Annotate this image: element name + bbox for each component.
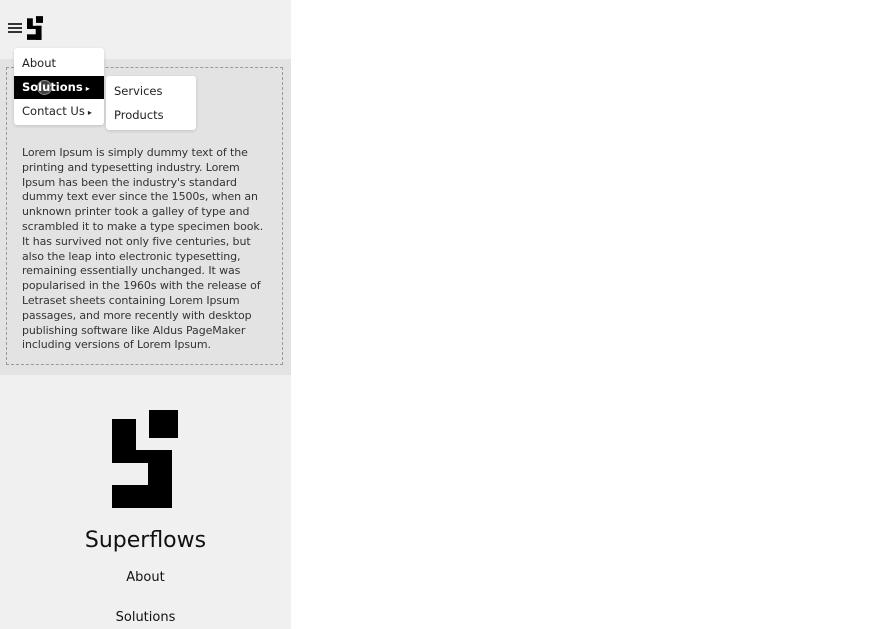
menu-item-contact-us[interactable]: Contact Us ▸ [14,100,104,123]
dropdown-menu: About Solutions ▸ Contact Us ▸ [14,48,104,125]
hamburger-menu-icon[interactable] [8,23,22,33]
empty-canvas-area [291,0,880,629]
menu-item-about[interactable]: About [14,52,104,75]
submenu-item-services[interactable]: Services [106,80,196,103]
superflows-logo-icon [112,410,178,508]
menu-item-label: Contact Us [22,104,85,118]
submenu-item-products[interactable]: Products [106,104,196,127]
menu-item-label: Solutions [22,80,83,94]
chevron-right-icon: ▸ [87,108,92,117]
menu-item-label: Products [114,108,164,122]
footer-link-solutions[interactable]: Solutions [0,610,291,625]
footer-link-about[interactable]: About [0,570,291,585]
chevron-right-icon: ▸ [85,84,90,93]
footer-brand-name: Superflows [84,528,207,553]
superflows-logo-icon[interactable] [27,16,43,40]
mobile-viewport: Lorem Ipsum is simply dummy text of the … [0,0,291,629]
solutions-submenu: Services Products [106,76,196,130]
menu-item-label: About [22,56,57,70]
footer: Superflows About Solutions [0,375,291,629]
menu-item-solutions[interactable]: Solutions ▸ [14,76,104,99]
menu-item-label: Services [114,84,163,98]
hero-body-text: Lorem Ipsum is simply dummy text of the … [22,146,264,352]
